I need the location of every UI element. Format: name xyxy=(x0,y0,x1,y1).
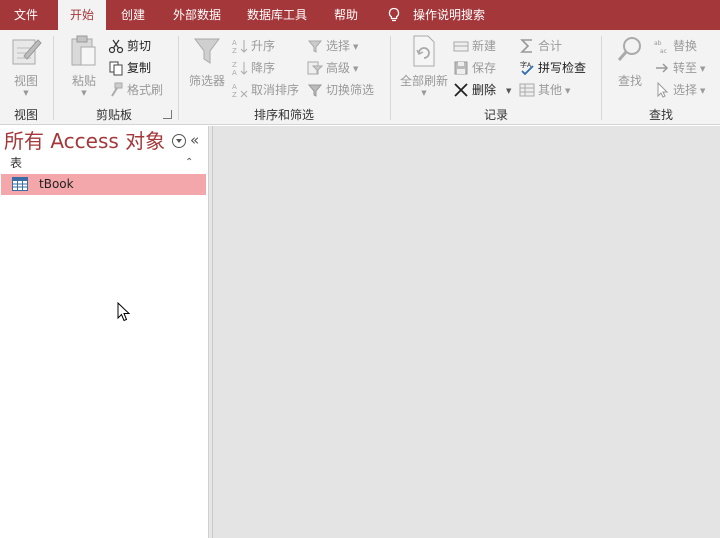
chevron-down-icon: ▼ xyxy=(506,86,512,95)
delete-x-icon xyxy=(454,83,468,97)
filter-button[interactable]: 筛选器 xyxy=(186,34,228,104)
tab-help[interactable]: 帮助 xyxy=(324,0,368,30)
view-icon xyxy=(12,39,42,65)
group-label-view: 视图 xyxy=(13,108,38,122)
lightbulb-icon xyxy=(388,7,400,22)
chevron-down-icon: ▼ xyxy=(565,86,571,95)
save-icon xyxy=(454,61,468,75)
tab-create[interactable]: 创建 xyxy=(110,0,156,30)
delete-record-label: 删除 xyxy=(472,83,497,97)
svg-text:ac: ac xyxy=(660,48,667,54)
tell-me-text: 操作说明搜索 xyxy=(413,8,486,22)
cut-label: 剪切 xyxy=(127,39,152,53)
svg-text:ab: ab xyxy=(654,40,662,47)
group-label-clipboard: 剪贴板 xyxy=(95,108,132,122)
nav-group-label: 表 xyxy=(10,156,23,170)
new-record-label: 新建 xyxy=(472,39,497,53)
goto-label: 转至 xyxy=(673,61,698,75)
spell-check-icon: 字A xyxy=(520,60,534,76)
chevron-down-icon: ▼ xyxy=(700,86,706,95)
replace-label: 替换 xyxy=(673,39,698,53)
refresh-icon xyxy=(413,35,435,67)
svg-text:A: A xyxy=(232,39,237,47)
chevron-down-icon: ▼ xyxy=(353,64,359,73)
svg-text:A: A xyxy=(232,69,237,76)
svg-text:Z: Z xyxy=(232,91,237,98)
tab-database-tools[interactable]: 数据库工具 xyxy=(237,0,317,30)
more-table-icon xyxy=(519,83,535,97)
pointer-icon xyxy=(657,82,669,98)
group-label-sort-filter: 排序和筛选 xyxy=(253,108,314,122)
sort-ascending-icon: AZ xyxy=(232,39,248,54)
navigation-pane: 所有 Access 对象 « 表 ⌃ tBook xyxy=(0,126,208,538)
toggle-filter-icon xyxy=(307,84,323,97)
paintbrush-icon xyxy=(111,82,123,97)
svg-text:A: A xyxy=(232,83,237,91)
nav-pane-menu-icon[interactable] xyxy=(172,134,186,148)
chevron-down-icon: ▼ xyxy=(700,64,706,73)
refresh-all-button[interactable]: 全部刷新 ▼ xyxy=(397,34,451,104)
spelling-label: 拼写检查 xyxy=(538,61,587,75)
paste-button[interactable]: 粘贴 ▼ xyxy=(64,34,104,104)
paste-icon xyxy=(71,35,96,66)
refresh-dropdown-icon: ▼ xyxy=(421,89,427,97)
tab-home[interactable]: 开始 xyxy=(58,0,106,30)
sort-descending-label: 降序 xyxy=(251,61,276,75)
toggle-filter-label: 切换筛选 xyxy=(326,83,375,97)
arrow-right-icon xyxy=(656,63,669,73)
nav-pane-collapse-icon[interactable]: « xyxy=(190,130,199,150)
document-workspace xyxy=(213,126,720,538)
save-record-label: 保存 xyxy=(472,61,497,75)
chevron-down-icon: ▼ xyxy=(353,42,359,51)
advanced-filter-label: 高级 xyxy=(326,61,351,75)
paste-dropdown-icon: ▼ xyxy=(81,89,87,97)
view-dropdown-icon: ▼ xyxy=(23,89,29,97)
svg-text:Z: Z xyxy=(232,61,237,69)
view-button[interactable]: 视图 ▼ xyxy=(6,34,46,104)
more-label: 其他 xyxy=(538,83,563,97)
copy-label: 复制 xyxy=(127,61,152,75)
replace-icon: abac xyxy=(654,40,667,54)
clipboard-launcher-icon[interactable] xyxy=(163,110,172,119)
advanced-filter-icon xyxy=(307,61,323,75)
sort-ascending-label: 升序 xyxy=(251,39,276,53)
tab-external-data[interactable]: 外部数据 xyxy=(162,0,232,30)
funnel-icon xyxy=(194,38,220,64)
table-icon xyxy=(12,177,28,191)
refresh-all-label: 全部刷新 xyxy=(399,74,448,88)
nav-item-tbook[interactable]: tBook xyxy=(1,174,206,195)
new-record-icon xyxy=(453,41,469,52)
magnifier-icon xyxy=(617,37,641,61)
chevron-up-icon: ⌃ xyxy=(185,157,194,168)
remove-sort-icon: AZ xyxy=(232,83,248,98)
select-label: 选择 xyxy=(673,83,698,97)
find-button[interactable]: 查找 xyxy=(612,34,648,104)
menu-bar: 文件 开始 创建 外部数据 数据库工具 帮助 操作说明搜索 xyxy=(0,0,720,30)
sigma-icon xyxy=(520,39,532,53)
view-button-label: 视图 xyxy=(13,74,38,88)
remove-sort-label: 取消排序 xyxy=(251,83,300,97)
nav-pane-title[interactable]: 所有 Access 对象 xyxy=(4,128,165,154)
totals-label: 合计 xyxy=(538,39,563,53)
copy-icon xyxy=(109,61,123,76)
ribbon: 视图 ▼ 视图 粘贴 ▼ 剪切 复制 格式刷 剪贴板 筛选器 A Z 升序 Z … xyxy=(0,30,720,125)
find-label: 查找 xyxy=(617,74,642,88)
group-label-records: 记录 xyxy=(483,108,508,122)
sort-descending-icon: ZA xyxy=(232,61,248,76)
scissors-icon xyxy=(108,39,124,54)
nav-group-header-tables[interactable]: 表 ⌃ xyxy=(0,154,206,172)
svg-text:字: 字 xyxy=(520,60,527,69)
tab-file[interactable]: 文件 xyxy=(0,0,52,30)
nav-item-label: tBook xyxy=(39,177,74,191)
group-label-find: 查找 xyxy=(648,108,673,122)
format-painter-label: 格式刷 xyxy=(127,83,164,97)
paste-label: 粘贴 xyxy=(71,74,96,88)
filter-label: 筛选器 xyxy=(188,74,225,88)
selection-filter-icon xyxy=(307,40,323,53)
svg-text:Z: Z xyxy=(232,47,237,54)
mouse-cursor-icon xyxy=(117,302,131,322)
selection-filter-label: 选择 xyxy=(326,39,351,53)
